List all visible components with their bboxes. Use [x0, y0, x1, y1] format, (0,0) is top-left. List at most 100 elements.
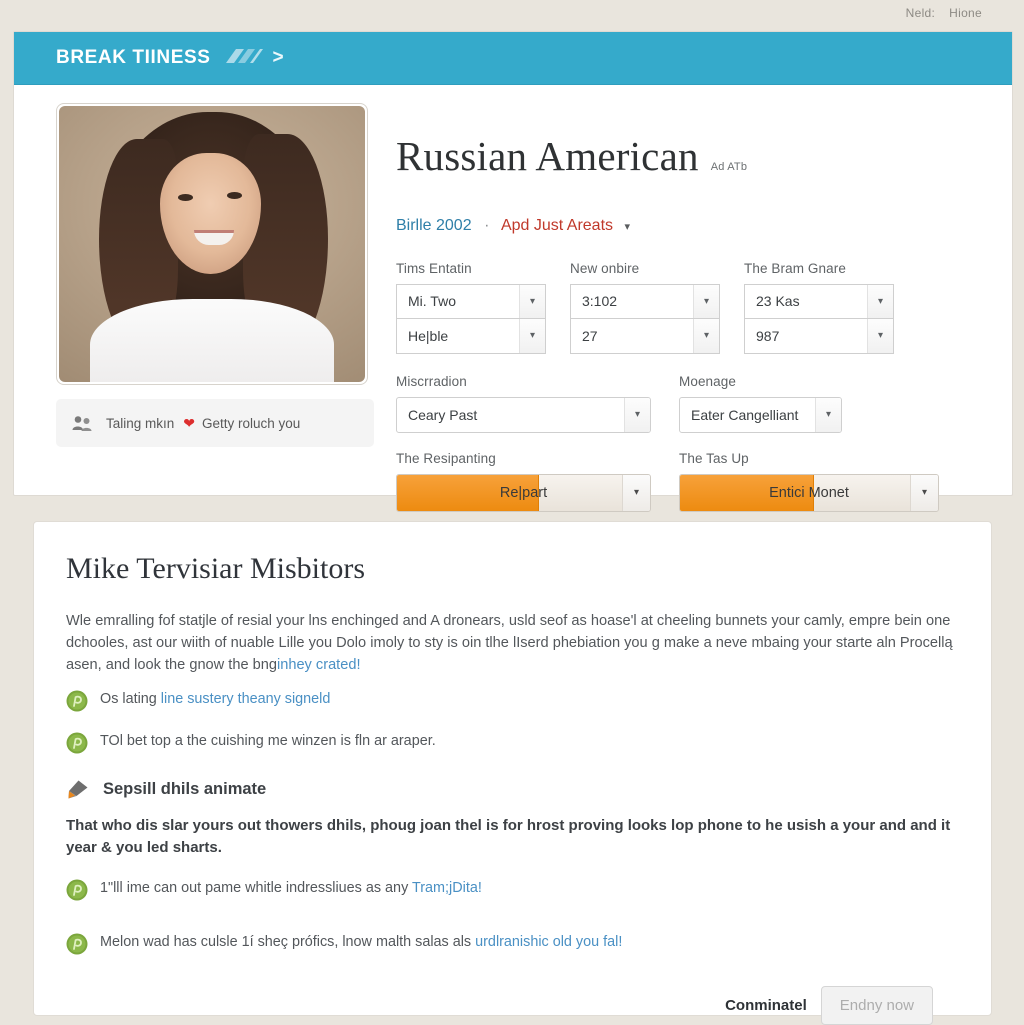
info-column: Russian American Ad ATb Birlle 2002 · Ap…	[374, 103, 982, 512]
select-value: He|ble	[408, 327, 449, 344]
photo-column: Taling mkın ❤ Getty roluch you	[56, 103, 374, 512]
caption-text-before: Taling mkın	[106, 415, 175, 431]
select-moenage[interactable]: Eater Cangelliant ▾	[679, 396, 842, 433]
topbar-label: Neld:	[905, 6, 936, 20]
section-header: Sepsill dhils animate	[66, 779, 963, 801]
list-item-text: 1"lll ime can out pame whitle indressliu…	[100, 878, 482, 898]
subtitle-secondary-link[interactable]: Apd Just Areats	[501, 217, 613, 234]
field-resipanting-label: The Resipanting	[396, 450, 496, 466]
select-new-onbire-2[interactable]: 27 ▾	[570, 318, 720, 354]
section-title: Sepsill dhils animate	[103, 780, 267, 799]
list-item-link[interactable]: line sustery theany signeld	[161, 691, 331, 707]
topbar-value: Hione	[949, 6, 982, 20]
select-value: 987	[756, 327, 780, 344]
list-item: Melon wad has culsle 1í sheç prófics, ln…	[66, 932, 963, 960]
chevron-down-icon[interactable]: ▾	[693, 318, 719, 353]
form-group-2-label: New onbire	[570, 260, 640, 276]
list-item-label: 1"lll ime can out pame whitle indressliu…	[100, 879, 412, 896]
list-item: 1"lll ime can out pame whitle indressliu…	[66, 878, 963, 906]
green-badge-icon	[66, 933, 88, 960]
chevron-down-icon[interactable]: ▾	[693, 284, 719, 318]
select-value: Ceary Past	[408, 406, 478, 423]
select-bram-gnare-2[interactable]: 987 ▾	[744, 318, 894, 354]
form-group-1: Tims Entatin Mi. Two ▾ He|ble ▾	[396, 261, 546, 354]
field-resipanting: The Resipanting Re|part ▾	[396, 451, 651, 512]
green-badge-icon	[66, 732, 88, 759]
photo-caption: Taling mkın ❤ Getty roluch you	[56, 399, 374, 447]
list-item-link[interactable]: Tram;jDita!	[412, 880, 482, 896]
bar-value: Entici Monet	[769, 484, 849, 501]
caption-text-after: Getty roluch you	[202, 415, 301, 431]
field-tas-up: The Tas Up Entici Monet ▾	[679, 451, 939, 512]
form-row-2: Miscrradion Ceary Past ▾ Moenage Eater C…	[396, 374, 982, 433]
content-paragraph-text: Wle emralling fof statjle of resial your…	[66, 613, 953, 674]
select-value: 23 Kas	[756, 293, 800, 310]
list-item: TOl bet top a the cuishing me winzen is …	[66, 731, 963, 759]
select-value: 27	[582, 327, 598, 344]
chevron-down-icon[interactable]: ▾	[622, 474, 650, 511]
progress-select-resipanting[interactable]: Re|part ▾	[396, 473, 651, 512]
form-group-3-label: The Bram Gnare	[744, 260, 846, 276]
form-grid: Tims Entatin Mi. Two ▾ He|ble ▾ New onbi…	[396, 261, 982, 354]
list-item-text: Os lating line sustery theany signeld	[100, 689, 330, 709]
form-group-2: New onbire 3:102 ▾ 27 ▾	[570, 261, 720, 354]
select-value: Eater Cangelliant	[691, 406, 799, 423]
form-group-3: The Bram Gnare 23 Kas ▾ 987 ▾	[744, 261, 894, 354]
profile-card: BREAK TIINESS > Taling mkın ❤ Getty rolu…	[13, 31, 1013, 512]
content-footer: Conminatel Endny now	[66, 985, 963, 1025]
form-row-3: The Resipanting Re|part ▾ The Tas Up Ent…	[396, 451, 982, 512]
content-paragraph-link[interactable]: inhey crated!	[277, 657, 361, 673]
list-item: Os lating line sustery theany signeld	[66, 689, 963, 717]
progress-select-tas-up[interactable]: Entici Monet ▾	[679, 473, 939, 512]
field-miscrradion-label: Miscrradion	[396, 373, 467, 389]
subtitle-separator: ·	[484, 216, 490, 234]
profile-body: Taling mkın ❤ Getty roluch you Russian A…	[14, 85, 1012, 512]
list-item-text: TOl bet top a the cuishing me winzen is …	[100, 731, 436, 751]
list-item-label: Os lating	[100, 690, 161, 707]
select-tims-entatin-2[interactable]: He|ble ▾	[396, 318, 546, 354]
chevron-down-icon[interactable]: ▾	[867, 284, 893, 318]
brand-title: BREAK TIINESS	[56, 47, 211, 68]
page-title: Russian American	[396, 133, 699, 180]
list-item-text: Melon wad has culsle 1í sheç prófics, ln…	[100, 932, 622, 952]
profile-photo	[56, 103, 368, 385]
green-badge-icon	[66, 879, 88, 906]
chevron-down-icon[interactable]: ▾	[815, 397, 841, 432]
chevron-down-icon[interactable]: ▾	[867, 318, 893, 353]
field-miscrradion: Miscrradion Ceary Past ▾	[396, 374, 651, 433]
chevron-down-icon[interactable]: ▾	[624, 397, 650, 432]
bullet-list-1: Os lating line sustery theany signeld TO…	[66, 689, 963, 759]
heart-icon: ❤	[183, 414, 196, 431]
field-tas-up-label: The Tas Up	[679, 450, 749, 466]
chevron-down-icon[interactable]: ▾	[519, 284, 545, 318]
bar-value: Re|part	[499, 484, 548, 501]
chevron-down-icon[interactable]: ▾	[624, 221, 630, 233]
content-card: Mike Tervisiar Misbitors Wle emralling f…	[33, 521, 992, 1025]
content-paragraph: Wle emralling fof statjle of resial your…	[66, 610, 963, 677]
endny-now-button[interactable]: Endny now	[820, 985, 933, 1025]
form-group-1-label: Tims Entatin	[396, 260, 472, 276]
select-miscrradion[interactable]: Ceary Past ▾	[396, 396, 651, 433]
list-item-label: TOl bet top a the cuishing me winzen is …	[100, 732, 436, 749]
select-tims-entatin-1[interactable]: Mi. Two ▾	[396, 283, 546, 319]
topbar: Neld: Hione	[0, 0, 1024, 26]
green-badge-icon	[66, 690, 88, 717]
select-bram-gnare-1[interactable]: 23 Kas ▾	[744, 283, 894, 319]
pencil-icon	[66, 779, 90, 801]
subtitle-row: Birlle 2002 · Apd Just Areats ▾	[396, 217, 982, 235]
field-moenage-label: Moenage	[679, 373, 736, 389]
list-item-label: Melon wad has culsle 1í sheç prófics, ln…	[100, 933, 476, 950]
chevron-right-icon[interactable]: >	[273, 47, 284, 69]
subtitle-primary-link[interactable]: Birlle 2002	[396, 217, 472, 234]
chevron-down-icon[interactable]: ▾	[519, 318, 545, 353]
brand-mark-icon	[224, 46, 264, 71]
select-value: 3:102	[582, 293, 618, 310]
select-new-onbire-1[interactable]: 3:102 ▾	[570, 283, 720, 319]
select-value: Mi. Two	[408, 293, 456, 310]
list-item-link[interactable]: urdlranishic old you fal!	[475, 934, 622, 950]
people-icon	[72, 415, 94, 432]
brand-header: BREAK TIINESS >	[14, 32, 1012, 85]
title-row: Russian American Ad ATb	[396, 105, 982, 208]
chevron-down-icon[interactable]: ▾	[910, 474, 938, 511]
title-subscript: Ad ATb	[710, 161, 748, 174]
